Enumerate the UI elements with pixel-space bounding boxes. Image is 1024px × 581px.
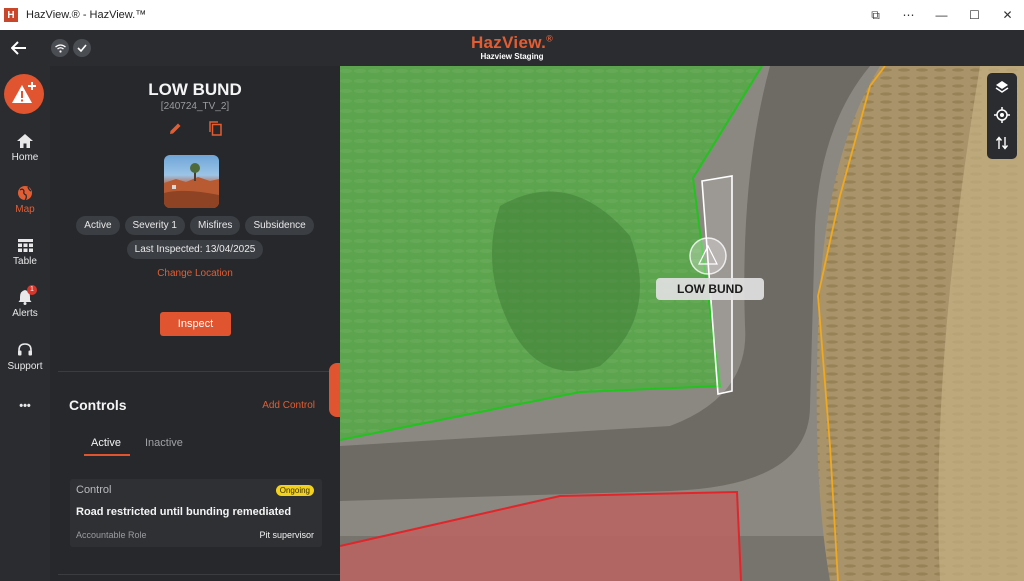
copy-icon[interactable] [206,119,224,137]
add-control-link[interactable]: Add Control [262,400,315,411]
add-hazard-icon [12,82,36,103]
bell-icon: 1 [0,285,50,306]
brand: HazView.® Hazview Staging [0,33,1024,61]
window-more-icon[interactable]: ⋯ [892,0,925,30]
change-location-link[interactable]: Change Location [50,268,340,279]
accountable-role-value: Pit supervisor [259,530,314,540]
control-description: Road restricted until bunding remediated [76,506,292,518]
tab-active[interactable]: Active [91,437,121,449]
nav-label-support: Support [7,361,43,372]
nav-item-map[interactable]: Map [0,184,50,215]
close-button[interactable]: ✕ [991,0,1024,30]
window-titlebar: H HazView.® - HazView.™ ⧉ ⋯ — ☐ ✕ [0,0,1024,30]
category-chip-misfires: Misfires [189,216,241,235]
sort-arrows-icon[interactable] [987,129,1017,157]
map-hazard-label[interactable]: LOW BUND [656,278,764,300]
support-icon [0,341,50,359]
hazard-marker [689,237,727,275]
home-icon [0,132,50,150]
tab-inactive[interactable]: Inactive [145,437,183,449]
nav-item-table[interactable]: Table [0,236,50,267]
side-navigation: Home Map Table 1 Alerts Support ••• [0,66,50,581]
maximize-button[interactable]: ☐ [958,0,991,30]
control-status-badge: Ongoing [275,485,314,496]
status-chips: Active Severity 1 Misfires Subsidence [50,216,340,235]
snap-icon[interactable]: ⧉ [859,0,892,30]
satellite-map[interactable] [340,66,1024,581]
control-card-label: Control [76,484,112,496]
nav-item-support[interactable]: Support [0,341,50,372]
map-toolbar [987,73,1017,159]
globe-icon [0,184,50,202]
hazard-detail-panel: LOW BUND [240724_TV_2] Active Severity 1… [50,66,340,581]
accountable-role-label: Accountable Role [76,530,147,540]
app-logo-icon: H [4,8,18,22]
severity-chip: Severity 1 [124,216,185,235]
active-tab-indicator [84,454,130,456]
nav-item-alerts[interactable]: 1 Alerts [0,285,50,319]
status-chip-active: Active [76,216,120,235]
inspection-chips: Last Inspected: 13/04/2025 [50,240,340,259]
table-icon [0,236,50,254]
control-card[interactable]: Control Ongoing Road restricted until bu… [70,479,322,547]
hazard-photo-thumbnail[interactable] [164,155,219,208]
nav-more-button[interactable]: ••• [0,400,50,412]
add-hazard-button[interactable] [4,74,44,114]
minimize-button[interactable]: — [925,0,958,30]
window-controls: ⧉ ⋯ — ☐ ✕ [859,0,1024,30]
category-chip-subsidence: Subsidence [245,216,314,235]
inspect-button[interactable]: Inspect [160,312,231,336]
nav-label-home: Home [11,152,39,163]
nav-label-table: Table [13,256,37,267]
nav-label-alerts: Alerts [12,308,38,319]
section-divider-bottom [58,574,340,575]
section-divider [58,371,340,372]
brand-name: HazView.® [470,33,554,52]
nav-item-home[interactable]: Home [0,132,50,163]
controls-heading: Controls [69,397,127,413]
panel-drawer-handle[interactable] [329,363,340,417]
locate-icon[interactable] [987,101,1017,129]
last-inspected-chip: Last Inspected: 13/04/2025 [126,240,264,259]
alerts-badge: 1 [27,285,37,295]
hazard-code: [240724_TV_2] [160,101,230,112]
window-title: HazView.® - HazView.™ [26,9,147,21]
hazard-title: LOW BUND [148,80,242,99]
layers-icon[interactable] [987,73,1017,101]
environment-label: Hazview Staging [480,52,544,61]
nav-label-map: Map [15,204,35,215]
edit-pencil-icon[interactable] [166,119,184,137]
app-header: HazView.® Hazview Staging [0,30,1024,66]
